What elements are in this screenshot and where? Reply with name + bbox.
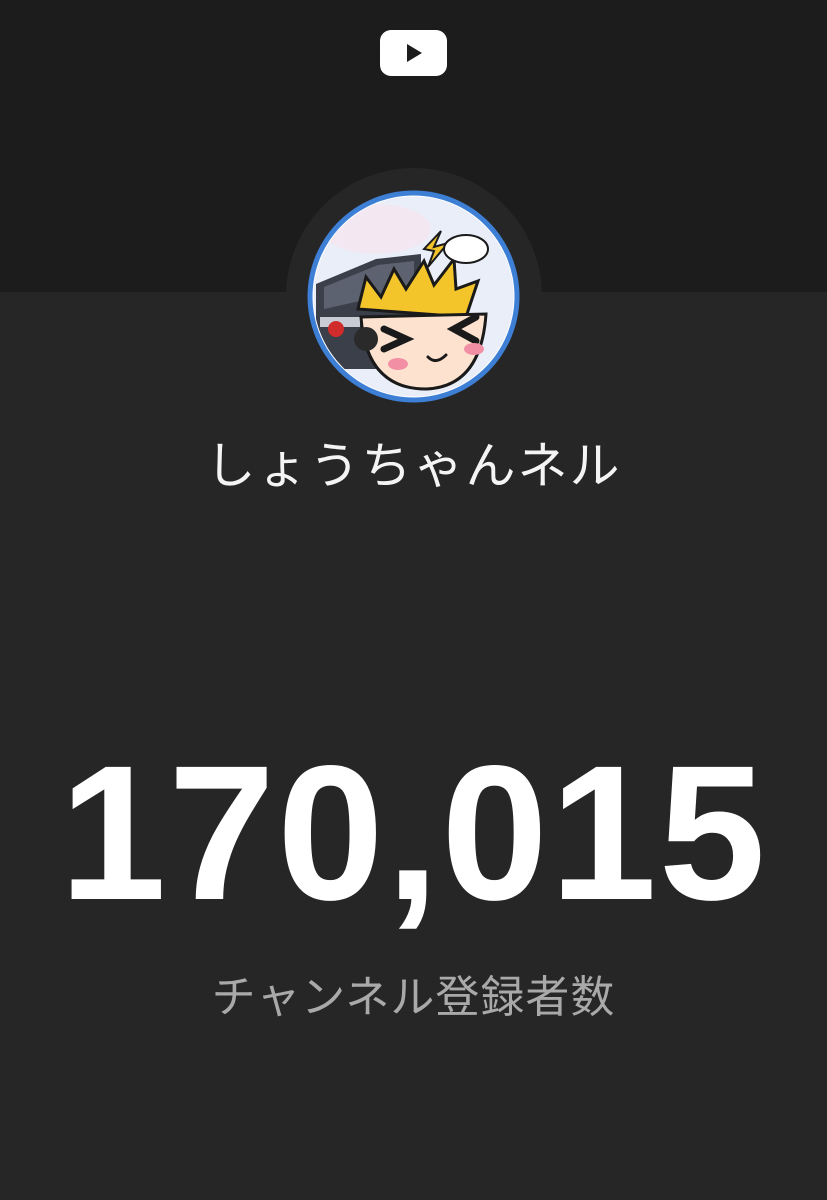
youtube-logo-icon — [380, 30, 447, 76]
channel-name[interactable]: しょうちゃんネル — [0, 434, 827, 498]
channel-avatar[interactable] — [306, 189, 521, 404]
subscriber-label: チャンネル登録者数 — [211, 972, 616, 1023]
subscriber-count: 170,015 — [59, 725, 768, 940]
